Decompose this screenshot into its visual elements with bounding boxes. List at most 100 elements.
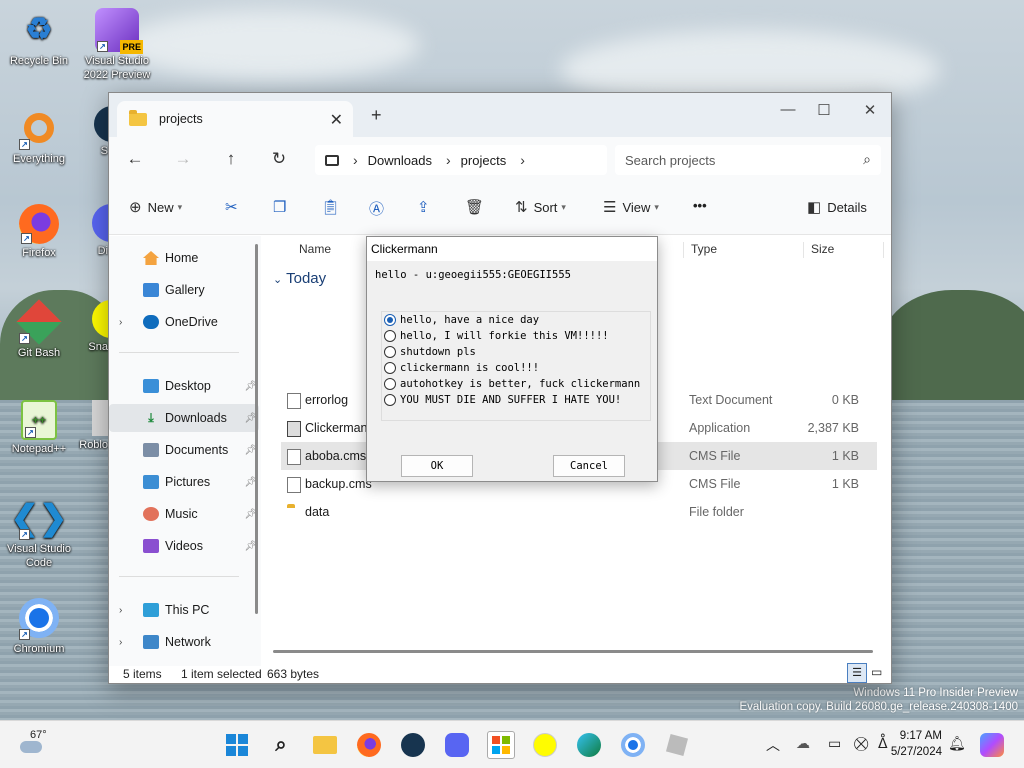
weather-widget[interactable]: 67°	[16, 727, 76, 763]
start-icon[interactable]	[223, 731, 251, 759]
sidebar-item-gallery[interactable]: Gallery	[109, 276, 259, 304]
cut-button[interactable]: ✂	[225, 198, 244, 216]
cancel-button[interactable]: Cancel	[553, 455, 625, 477]
chevron-right-icon[interactable]: ›	[520, 152, 525, 168]
steam-icon[interactable]	[399, 731, 427, 759]
recycle-bin-icon: ♻	[25, 13, 53, 46]
maximize-button[interactable]: ☐	[809, 101, 839, 119]
sidebar-item-videos[interactable]: Videos 📌︎	[109, 532, 259, 560]
details-view-icon[interactable]: ☰	[847, 663, 867, 683]
file-name: data	[305, 505, 330, 519]
copilot-icon[interactable]	[980, 733, 1004, 757]
sidebar-item-label: Gallery	[165, 283, 205, 297]
notification-bell-icon[interactable]: 🔔︎	[948, 735, 966, 752]
forward-arrow-icon[interactable]: →	[171, 149, 195, 169]
tab-projects[interactable]: projects ✕	[117, 101, 353, 137]
file-name: aboba.cms	[305, 449, 367, 463]
option-radio-4[interactable]: autohotkey is better, fuck clickermann	[384, 376, 650, 392]
file-explorer-icon[interactable]	[311, 731, 339, 759]
breadcrumb-projects[interactable]: projects	[461, 153, 507, 168]
sidebar-item-label: Pictures	[165, 475, 211, 489]
desktop-icon-steam-partial[interactable]: S	[62, 106, 108, 158]
microsoft-store-icon[interactable]	[487, 731, 515, 759]
more-options-button[interactable]: •••	[693, 198, 707, 213]
edge-icon[interactable]	[575, 731, 603, 759]
status-bar: 5 items 1 item selected 663 bytes ☰ ▭	[109, 663, 891, 683]
search-input[interactable]: Search projects ⌕	[615, 145, 881, 175]
desktop-icon-discord-partial[interactable]: Di	[62, 204, 108, 258]
address-bar[interactable]: › Downloads › projects ›	[315, 145, 607, 175]
sidebar-item-home[interactable]: Home	[109, 244, 259, 272]
snapchat-icon[interactable]	[531, 731, 559, 759]
back-arrow-icon[interactable]: ←	[123, 149, 147, 169]
option-radio-3[interactable]: clickermann is cool!!!	[384, 360, 650, 376]
onedrive-tray-icon[interactable]: ☁	[796, 735, 810, 752]
sidebar-item-this-pc[interactable]: › This PC	[109, 596, 259, 624]
chevron-right-icon[interactable]: ›	[119, 637, 122, 648]
up-arrow-icon[interactable]: ↑	[219, 149, 243, 169]
tiles-view-icon[interactable]: ▭	[871, 665, 882, 679]
breadcrumb-downloads[interactable]: Downloads	[368, 153, 432, 168]
column-header-name[interactable]: Name	[299, 242, 331, 256]
minimize-button[interactable]: —	[773, 101, 803, 118]
this-pc-icon	[143, 603, 159, 617]
column-header-size[interactable]: Size	[811, 242, 834, 256]
discord-icon[interactable]	[443, 731, 471, 759]
new-button[interactable]: ⊕ New ▾	[129, 198, 182, 216]
refresh-icon[interactable]: ↻	[267, 149, 291, 169]
firefox-icon[interactable]	[355, 731, 383, 759]
shortcut-arrow-icon: ↗	[97, 41, 108, 52]
chevron-right-icon[interactable]: ›	[119, 605, 122, 616]
desktop-icon-vscode[interactable]: ❮❯ ↗ Visual Studio Code	[0, 496, 78, 570]
horizontal-scrollbar[interactable]	[273, 650, 873, 653]
desktop-icon-recycle-bin[interactable]: ♻ Recycle Bin	[0, 8, 78, 68]
new-tab-button[interactable]: +	[371, 105, 382, 126]
file-row-data[interactable]: data File folder	[281, 498, 877, 526]
option-radio-1[interactable]: hello, I will forkie this VM!!!!!	[384, 328, 650, 344]
ok-button[interactable]: OK	[401, 455, 473, 477]
view-button[interactable]: ☰ View ▾	[603, 198, 659, 216]
show-hidden-icons-chevron-icon[interactable]: ︿	[766, 735, 780, 755]
paste-button[interactable]: 📋︎	[321, 198, 346, 216]
clock[interactable]: 9:17 AM 5/27/2024	[884, 728, 942, 760]
option-radio-0[interactable]: hello, have a nice day	[384, 312, 650, 328]
chevron-right-icon[interactable]: ›	[119, 317, 122, 328]
sidebar-item-pictures[interactable]: Pictures 📌︎	[109, 468, 259, 496]
details-button[interactable]: ◧ Details	[807, 198, 867, 216]
sidebar-item-onedrive[interactable]: › OneDrive	[109, 308, 259, 336]
column-separator[interactable]	[883, 242, 884, 258]
application-icon	[287, 421, 301, 437]
rename-button[interactable]: Ⓐ	[369, 198, 390, 219]
desktop-icon-visual-studio[interactable]: PRE ↗ Visual Studio 2022 Preview	[78, 8, 156, 82]
copy-button[interactable]: ❐	[273, 198, 292, 216]
close-tab-icon[interactable]: ✕	[330, 110, 343, 130]
sidebar-item-desktop[interactable]: Desktop 📌︎	[109, 372, 259, 400]
desktop-icon-snapchat-partial[interactable]: Sna	[62, 300, 108, 354]
roblox-icon[interactable]	[663, 731, 691, 759]
column-separator[interactable]	[803, 242, 804, 258]
clickermann-dialog: Clickermann hello - u:geoegii555:GEOEGII…	[366, 236, 658, 482]
close-window-button[interactable]: ✕	[855, 101, 885, 119]
option-radio-5[interactable]: YOU MUST DIE AND SUFFER I HATE YOU!	[384, 392, 650, 408]
sidebar-item-network[interactable]: › Network	[109, 628, 259, 656]
background-cloud	[120, 10, 420, 80]
sort-button[interactable]: ⇅ Sort ▾	[515, 198, 566, 216]
dialog-title-bar[interactable]: Clickermann	[367, 237, 657, 261]
search-icon[interactable]: ⌕	[267, 731, 295, 759]
sidebar-item-downloads[interactable]: ⤓ Downloads 📌︎	[109, 404, 259, 432]
desktop-icon-chromium[interactable]: ↗ Chromium	[0, 596, 78, 656]
network-status-icon[interactable]: ⛒	[854, 735, 868, 752]
title-bar[interactable]: projects ✕ + — ☐ ✕	[109, 93, 891, 137]
column-separator[interactable]	[683, 242, 684, 258]
display-icon[interactable]: ▭	[828, 735, 841, 752]
sidebar-item-music[interactable]: Music 📌︎	[109, 500, 259, 528]
share-button[interactable]: ⇪	[417, 198, 436, 216]
option-radio-2[interactable]: shutdown pls	[384, 344, 650, 360]
sidebar-scrollbar[interactable]	[255, 244, 258, 614]
chromium-icon[interactable]	[619, 731, 647, 759]
delete-button[interactable]: 🗑︎	[465, 198, 490, 216]
column-header-type[interactable]: Type	[691, 242, 717, 256]
desktop-icon-roblox-partial[interactable]: Roblo	[62, 400, 108, 452]
sidebar-item-documents[interactable]: Documents 📌︎	[109, 436, 259, 464]
group-header-today[interactable]: ⌄ Today	[273, 270, 326, 287]
